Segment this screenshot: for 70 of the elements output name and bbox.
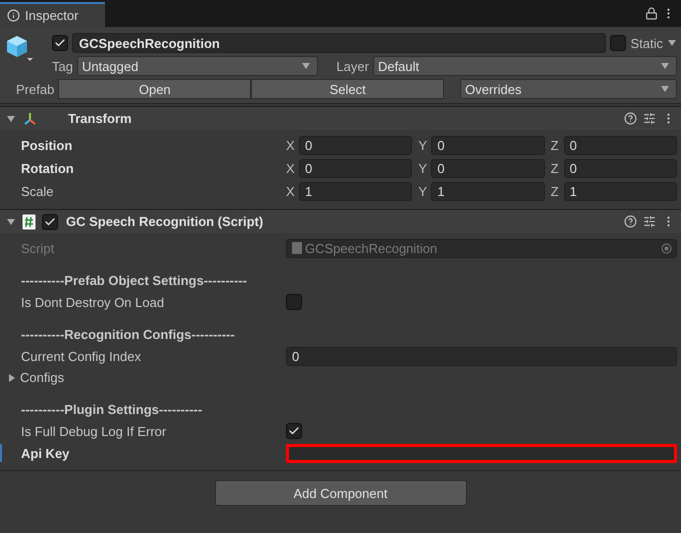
help-icon[interactable] — [624, 215, 637, 228]
dropdown-arrow-icon — [667, 39, 677, 47]
layer-label: Layer — [336, 58, 369, 74]
inspector-tab[interactable]: Inspector — [0, 2, 105, 27]
number-field[interactable]: 1 — [431, 182, 545, 201]
script-name: GCSpeechRecognition — [305, 240, 438, 256]
axis-label: Y — [418, 138, 428, 153]
property-label: Is Full Debug Log If Error — [20, 424, 168, 438]
active-checkbox[interactable] — [52, 35, 68, 51]
foldout-label[interactable]: Configs — [20, 370, 64, 385]
prefab-label: Prefab — [16, 82, 54, 96]
lock-icon[interactable] — [645, 7, 658, 20]
dropdown-arrow-icon — [660, 85, 670, 93]
section-header: ----------Plugin Settings---------- — [20, 400, 204, 419]
check-icon — [44, 216, 56, 228]
cube-icon[interactable] — [6, 33, 36, 63]
property-label: Current Config Index — [20, 348, 142, 364]
script-icon — [22, 214, 36, 230]
axis-label: Z — [550, 138, 560, 153]
number-field[interactable]: 1 — [299, 182, 412, 201]
property-label: Is Dont Destroy On Load — [20, 294, 166, 310]
axes-icon — [22, 110, 38, 126]
input-field[interactable]: 0 — [286, 346, 677, 366]
number-field[interactable]: 0 — [564, 159, 677, 178]
property-label: Script — [20, 240, 56, 256]
number-field[interactable]: 1 — [564, 182, 677, 201]
add-component-button[interactable]: Add Component — [214, 480, 466, 506]
info-icon — [7, 9, 20, 22]
prefab-button[interactable]: Select — [251, 79, 444, 99]
help-icon[interactable] — [624, 112, 637, 125]
axis-label: X — [286, 138, 296, 153]
enabled-checkbox[interactable] — [42, 214, 58, 230]
input-field[interactable] — [286, 444, 677, 462]
axis-label: X — [286, 161, 296, 176]
property-label: Rotation — [20, 161, 75, 176]
axis-label: Y — [418, 184, 428, 199]
axis-label: Y — [418, 161, 428, 176]
component-title: Transform — [68, 111, 132, 126]
checkbox[interactable] — [286, 423, 302, 439]
tag-label: Tag — [52, 58, 73, 74]
static-checkbox[interactable] — [610, 35, 626, 51]
property-label: Api Key — [20, 446, 70, 460]
checkbox[interactable] — [286, 294, 302, 310]
property-label: Scale — [20, 184, 55, 199]
presets-icon[interactable] — [643, 215, 656, 228]
number-field[interactable]: 0 — [564, 136, 677, 155]
name-field[interactable]: GCSpeechRecognition — [72, 33, 606, 53]
property-label: Position — [20, 138, 74, 153]
script-file-icon — [292, 242, 302, 254]
check-icon — [54, 37, 66, 49]
section-header: ----------Prefab Object Settings---------- — [20, 272, 248, 290]
number-field[interactable]: 0 — [299, 136, 412, 155]
layer-dropdown[interactable]: Default — [372, 56, 677, 76]
component-title: GC Speech Recognition (Script) — [66, 214, 264, 229]
presets-icon[interactable] — [643, 112, 656, 125]
tag-dropdown[interactable]: Untagged — [76, 56, 318, 76]
object-picker-icon[interactable] — [661, 242, 672, 254]
prefab-button[interactable]: Open — [58, 79, 252, 99]
axis-label: X — [286, 184, 296, 199]
section-header: ----------Recognition Configs---------- — [20, 326, 236, 344]
overrides-dropdown[interactable]: Overrides — [460, 79, 677, 99]
dropdown-arrow-icon — [301, 62, 312, 70]
check-icon — [288, 425, 300, 437]
number-field[interactable]: 0 — [431, 136, 545, 155]
number-field[interactable]: 0 — [299, 159, 412, 178]
axis-label: Z — [550, 184, 560, 199]
static-label: Static — [630, 36, 663, 50]
number-field[interactable]: 0 — [431, 159, 545, 178]
axis-label: Z — [550, 161, 560, 176]
dropdown-arrow-icon — [660, 62, 670, 70]
